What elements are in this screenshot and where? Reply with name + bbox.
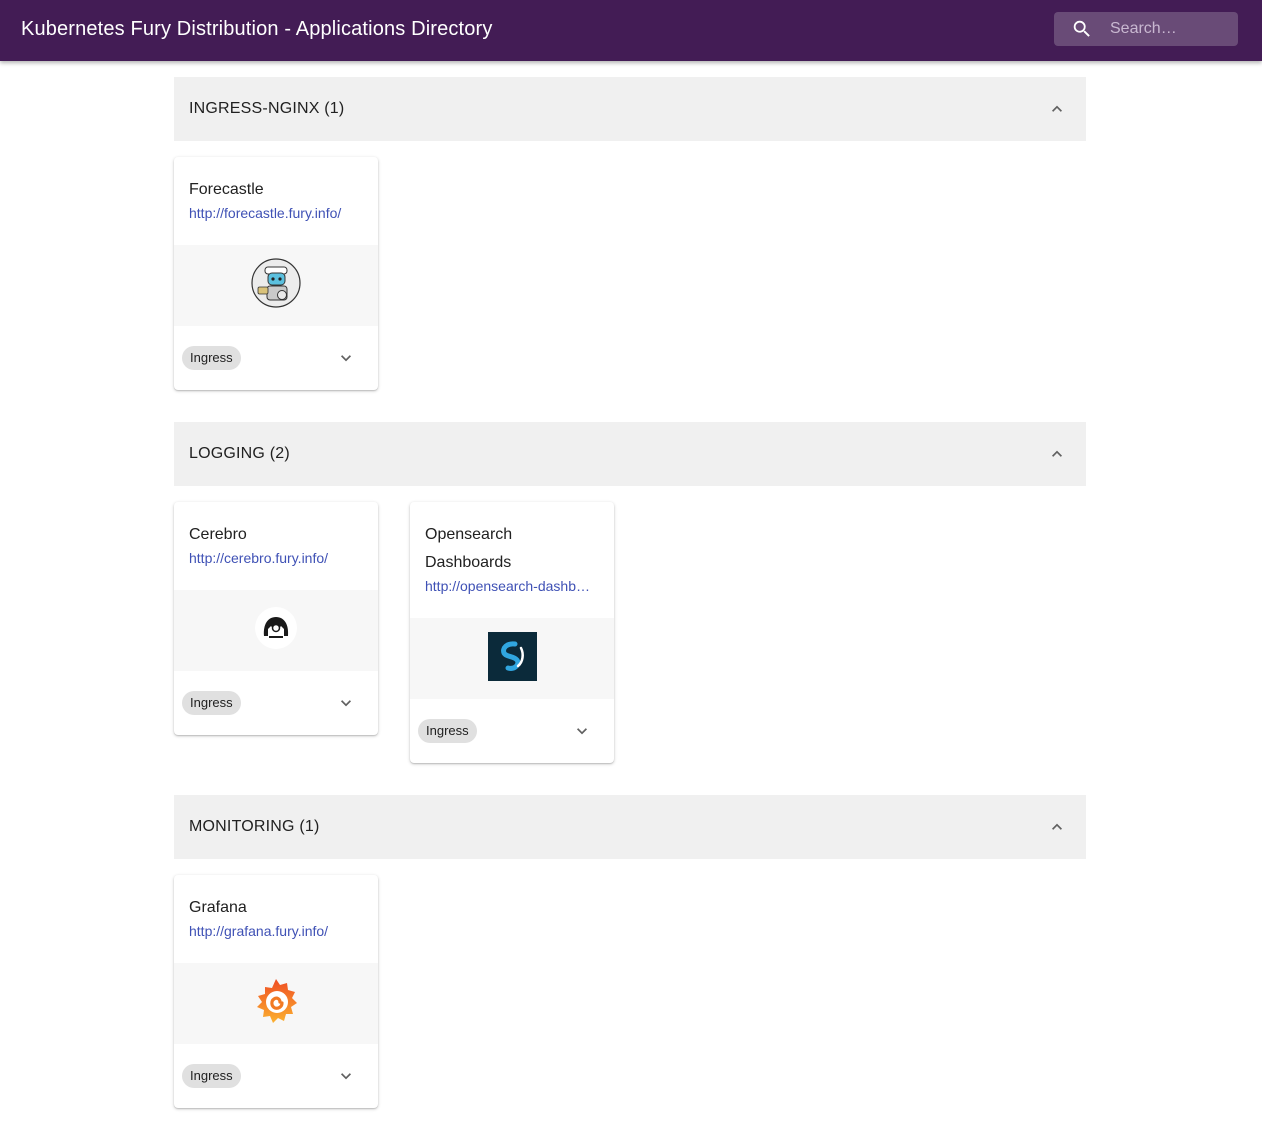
chevron-down-icon[interactable]	[336, 348, 356, 368]
chevron-up-icon[interactable]	[1047, 444, 1067, 464]
chevron-down-icon[interactable]	[336, 693, 356, 713]
search-input[interactable]	[1110, 20, 1230, 38]
section-title: LOGGING (2)	[189, 445, 290, 462]
app-title: Kubernetes Fury Distribution - Applicati…	[21, 18, 493, 40]
card-footer: Ingress	[174, 671, 378, 735]
card-media[interactable]	[174, 590, 378, 671]
chevron-down-icon[interactable]	[572, 721, 592, 741]
card-footer: Ingress	[410, 699, 614, 763]
card-title: Cerebro	[189, 526, 247, 543]
section-title: MONITORING (1)	[189, 818, 320, 835]
card-footer: Ingress	[174, 1044, 378, 1108]
app-card-cerebro: Cerebro http://cerebro.fury.info/ Ingres…	[174, 502, 378, 735]
section-header-monitoring[interactable]: MONITORING (1)	[174, 795, 1086, 859]
card-url-link[interactable]: http://grafana.fury.info/	[189, 922, 363, 940]
card-url-link[interactable]: http://cerebro.fury.info/	[189, 549, 363, 567]
card-media[interactable]	[174, 245, 378, 326]
section-title: INGRESS-NGINX (1)	[189, 100, 345, 117]
section-header-ingress-nginx[interactable]: INGRESS-NGINX (1)	[174, 77, 1086, 141]
chevron-down-icon[interactable]	[336, 1066, 356, 1086]
card-title: Forecastle	[189, 181, 264, 198]
chevron-up-icon[interactable]	[1047, 99, 1067, 119]
search-icon[interactable]	[1054, 12, 1110, 46]
app-card-grafana: Grafana http://grafana.fury.info/ Ingres…	[174, 875, 378, 1108]
app-card-forecastle: Forecastle http://forecastle.fury.info/ …	[174, 157, 378, 390]
section-header-logging[interactable]: LOGGING (2)	[174, 422, 1086, 486]
card-media[interactable]	[410, 618, 614, 699]
card-url-link[interactable]: http://forecastle.fury.info/	[189, 204, 363, 222]
chevron-up-icon[interactable]	[1047, 817, 1067, 837]
card-title: Opensearch Dashboards	[425, 526, 513, 571]
card-media[interactable]	[174, 963, 378, 1044]
type-chip: Ingress	[182, 1064, 241, 1088]
cerebro-logo-icon	[254, 606, 298, 655]
type-chip: Ingress	[418, 719, 477, 743]
app-bar: Kubernetes Fury Distribution - Applicati…	[0, 0, 1262, 61]
type-chip: Ingress	[182, 346, 241, 370]
forecastle-logo-icon	[251, 258, 301, 313]
app-card-opensearch-dashboards: Opensearch Dashboards http://opensearch-…	[410, 502, 614, 763]
card-footer: Ingress	[174, 326, 378, 390]
grafana-logo-icon	[252, 976, 300, 1031]
card-url-link[interactable]: http://opensearch-dashb…	[425, 577, 599, 595]
card-title: Grafana	[189, 899, 247, 916]
type-chip: Ingress	[182, 691, 241, 715]
search-box[interactable]	[1054, 12, 1238, 46]
opensearch-logo-icon	[487, 631, 537, 686]
